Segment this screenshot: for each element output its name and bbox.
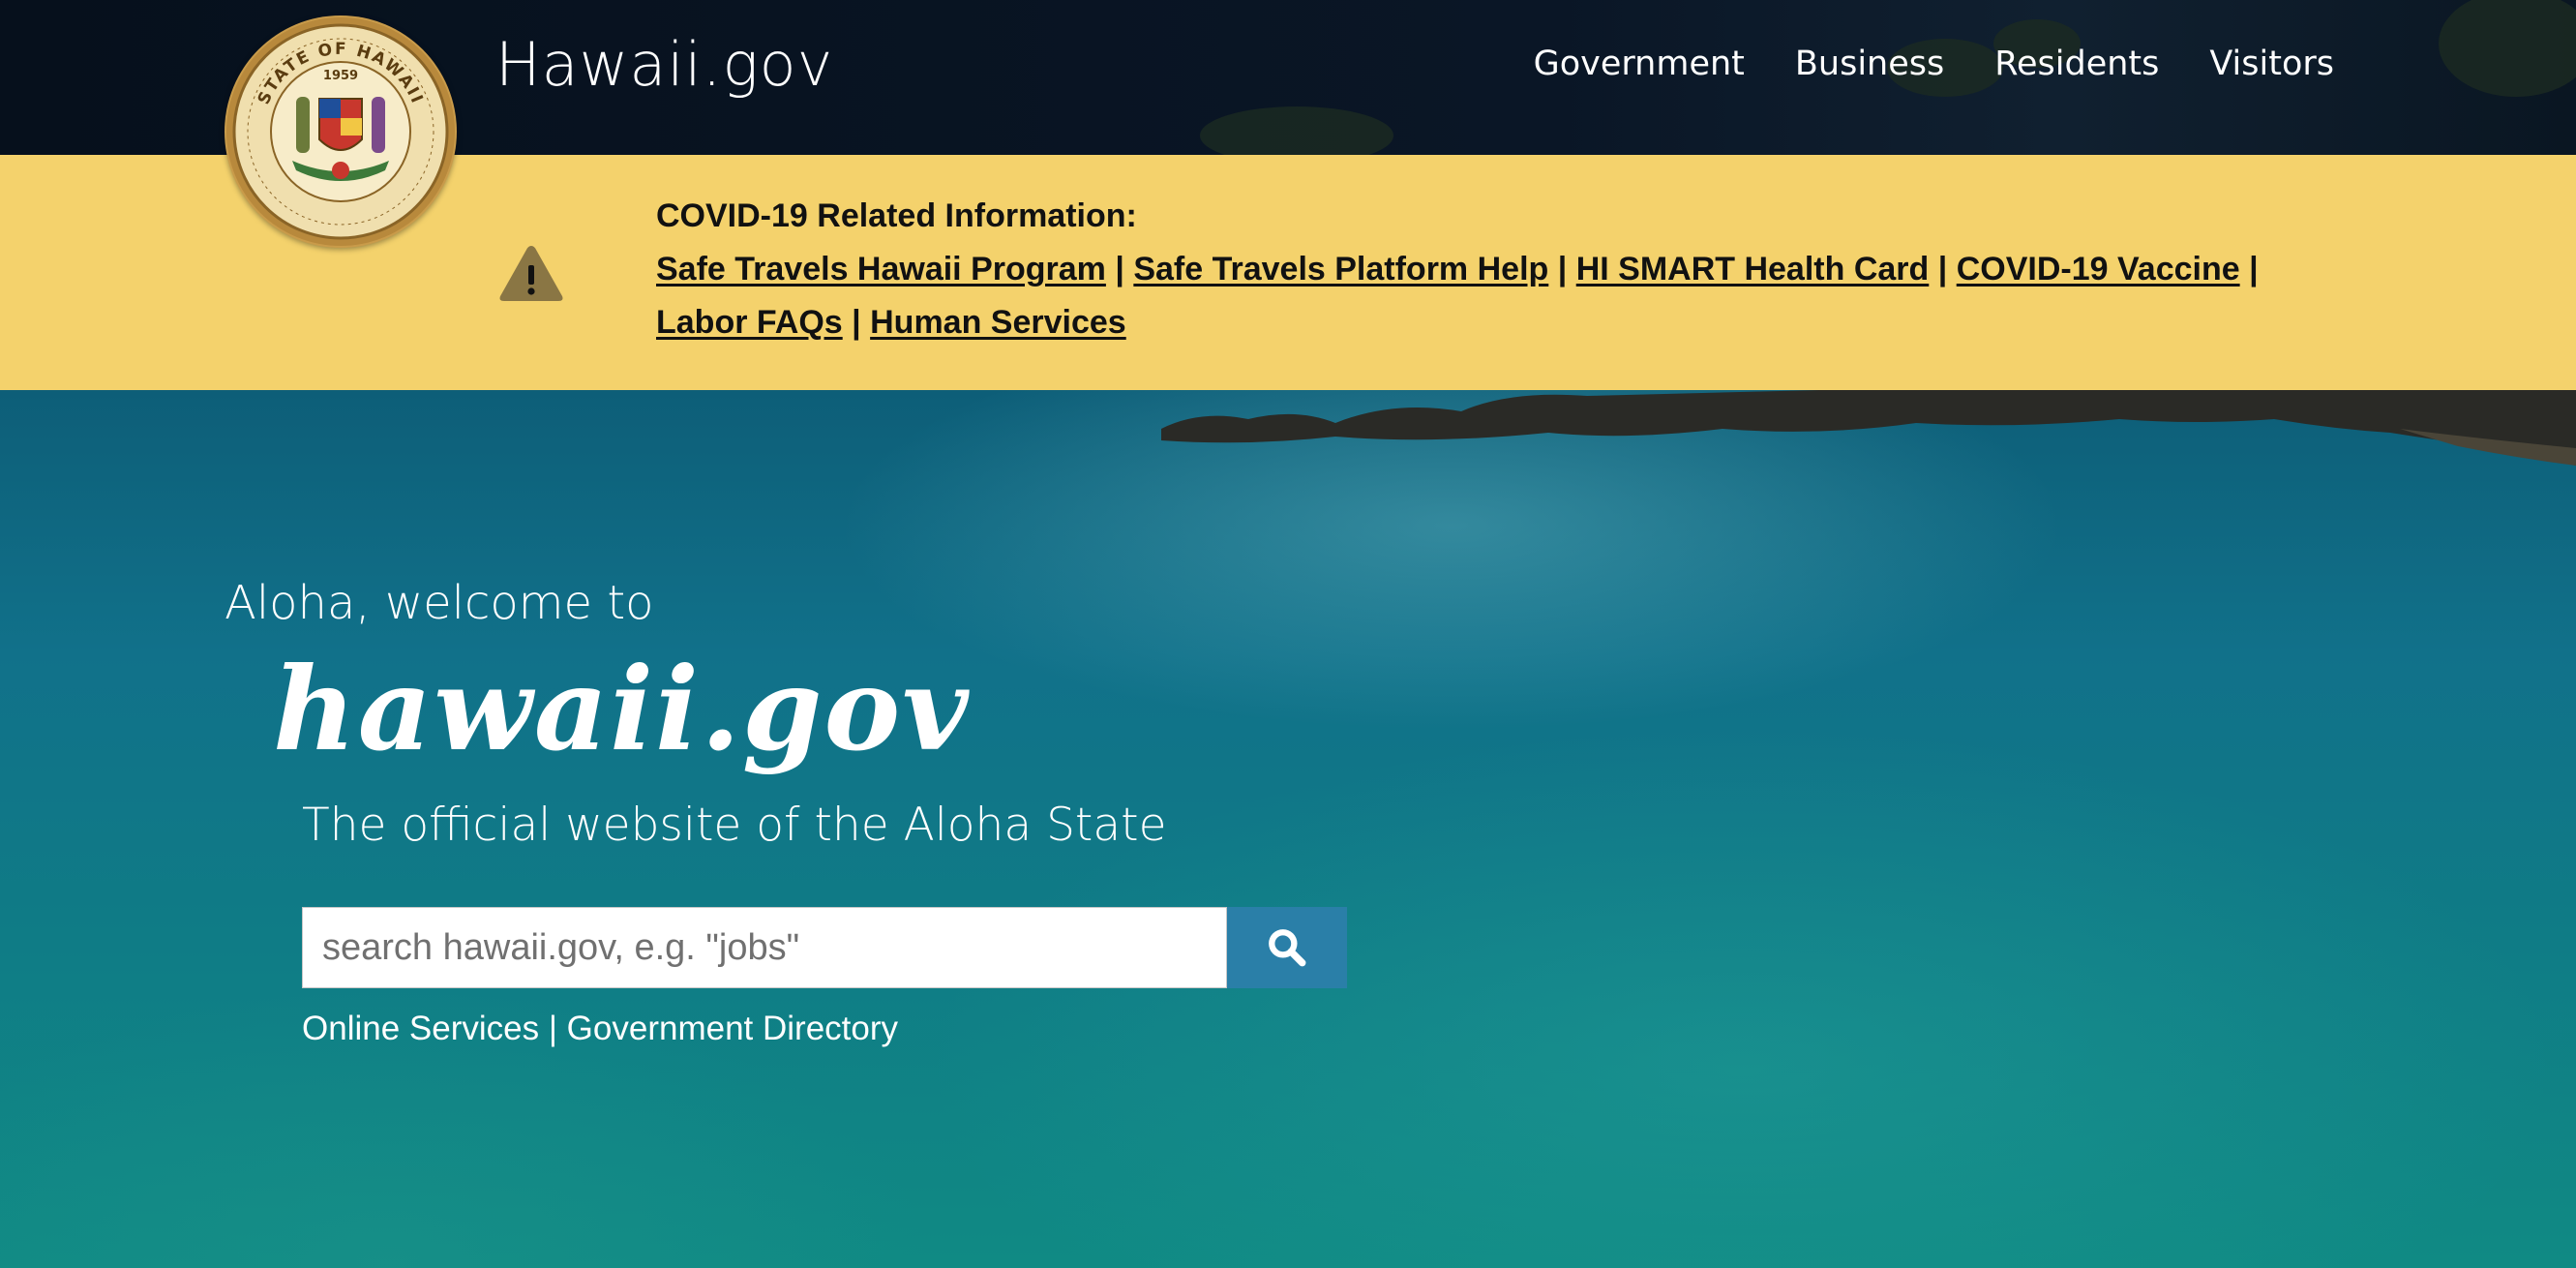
alert-separator: |	[1115, 251, 1124, 287]
alert-title: COVID-19 Related Information:	[656, 197, 1137, 234]
alert-separator: |	[1557, 251, 1568, 287]
search-button[interactable]	[1227, 907, 1347, 988]
hero-script-title: hawaii.gov	[273, 642, 971, 776]
main-nav: Government Business Residents Visitors	[1534, 45, 2334, 83]
alert-link-smart-health-card[interactable]: HI SMART Health Card	[1576, 251, 1930, 287]
nav-item-visitors[interactable]: Visitors	[2209, 45, 2334, 83]
alert-link-safe-travels-help[interactable]: Safe Travels Platform Help	[1133, 251, 1548, 287]
search-icon	[1269, 929, 1306, 967]
quick-links-separator: |	[548, 1010, 557, 1047]
quick-links: Online Services | Government Directory	[302, 1010, 898, 1048]
hero-section: Aloha, welcome to hawaii.gov The officia…	[0, 390, 2576, 1268]
search-input[interactable]	[302, 907, 1227, 988]
government-directory-link[interactable]: Government Directory	[567, 1010, 898, 1047]
alert-link-human-services[interactable]: Human Services	[870, 304, 1126, 341]
shoreline-rocks	[1161, 390, 2576, 466]
site-title[interactable]: Hawaii.gov	[495, 29, 833, 100]
palm-tree-silhouette	[2439, 0, 2576, 97]
warning-icon	[497, 242, 565, 304]
alert-link-covid-vaccine[interactable]: COVID-19 Vaccine	[1957, 251, 2240, 287]
state-seal-icon[interactable]: STATE OF HAWAII 1959	[225, 15, 457, 248]
online-services-link[interactable]: Online Services	[302, 1010, 539, 1047]
alert-separator: |	[852, 304, 861, 341]
hero-tagline: The official website of the Aloha State	[302, 799, 1167, 852]
nav-item-residents[interactable]: Residents	[1994, 45, 2159, 83]
nav-item-government[interactable]: Government	[1534, 45, 1745, 83]
alert-separator: |	[2249, 251, 2259, 287]
alert-link-safe-travels-program[interactable]: Safe Travels Hawaii Program	[656, 251, 1106, 287]
seal-year: 1959	[323, 69, 358, 83]
palm-tree-silhouette	[1200, 106, 1393, 155]
hero-kicker: Aloha, welcome to	[225, 576, 654, 630]
alert-separator: |	[1937, 251, 1948, 287]
alert-content: COVID-19 Related Information: Safe Trave…	[656, 190, 2340, 349]
nav-item-business[interactable]: Business	[1795, 45, 1944, 83]
alert-link-labor-faqs[interactable]: Labor FAQs	[656, 304, 843, 341]
